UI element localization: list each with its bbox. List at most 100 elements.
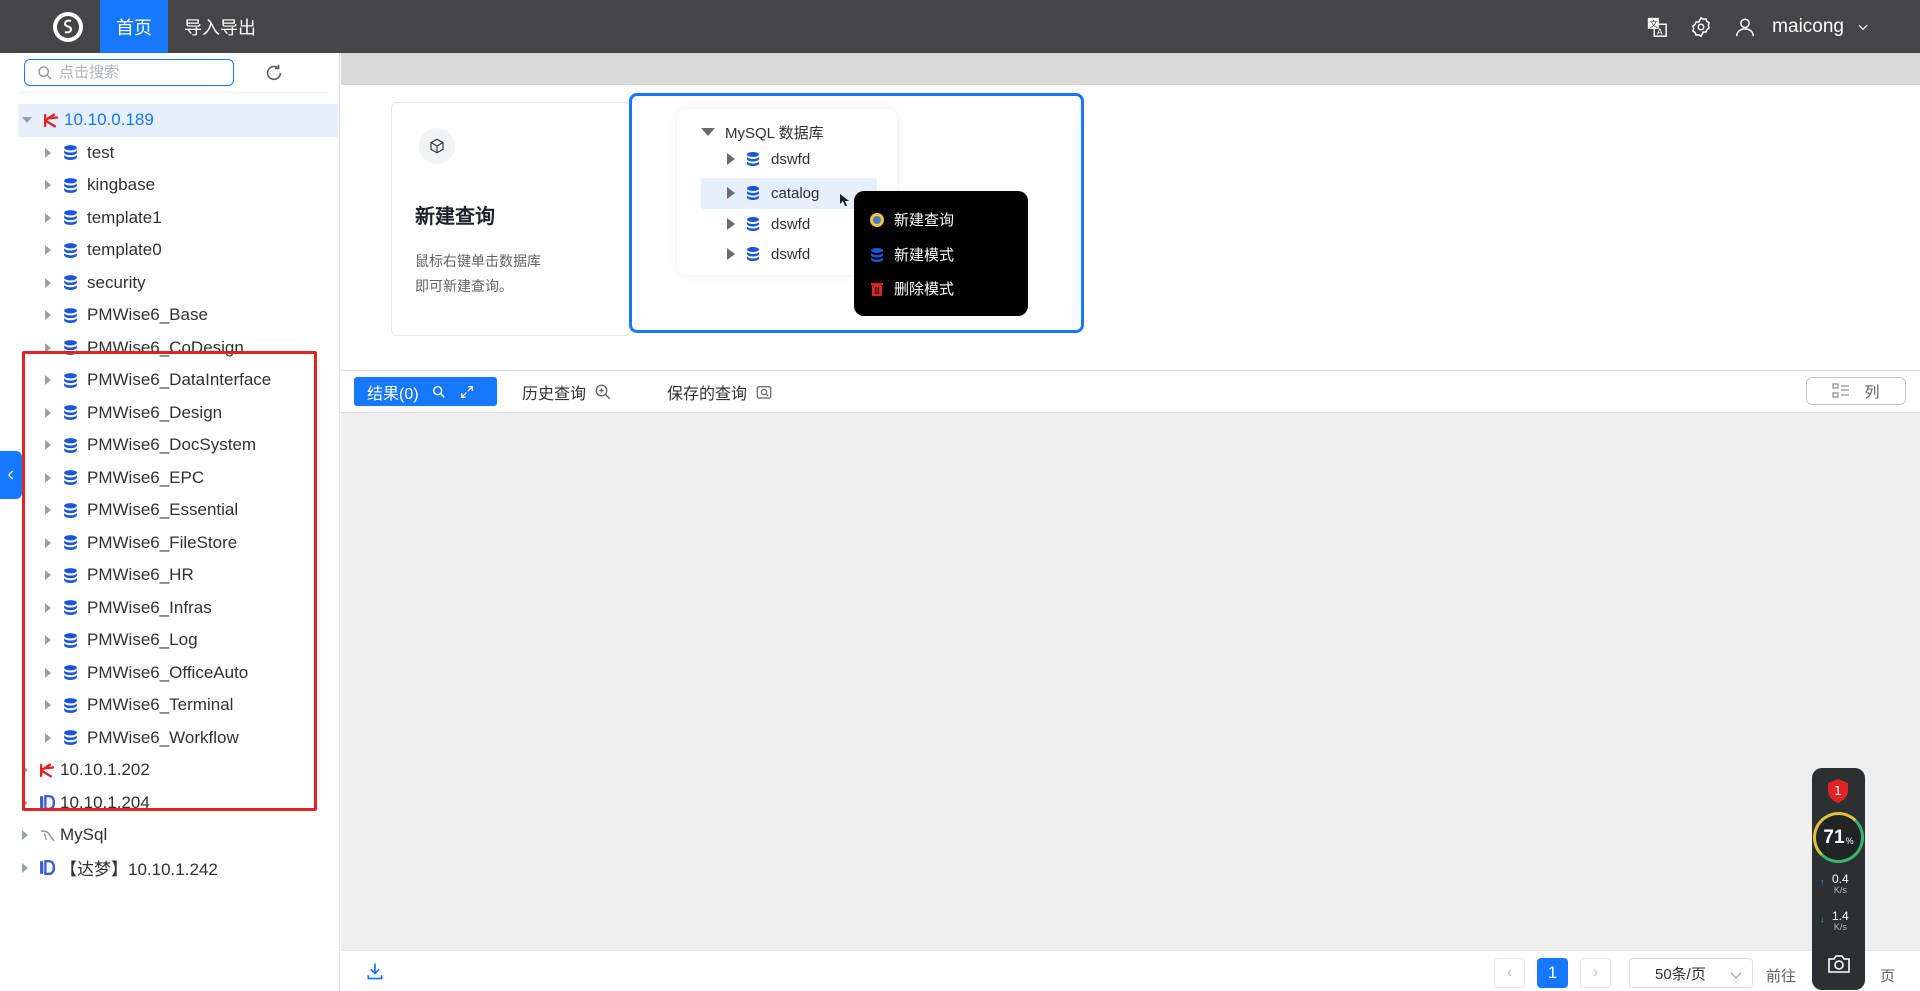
new-query-card[interactable]: 新建查询 鼠标右键单击数据库 即可新建查询。 [391, 102, 631, 336]
username[interactable]: maicong [1772, 16, 1844, 38]
caret-right-icon[interactable] [45, 245, 51, 256]
caret-right-icon[interactable] [22, 862, 28, 873]
columns-button[interactable]: 列 [1806, 377, 1906, 405]
translate-icon[interactable]: 文A [1646, 16, 1668, 38]
tree-connection-node[interactable]: 10.10.0.189 [18, 104, 338, 137]
tree-connection-node[interactable]: 【达梦】10.10.1.242 [18, 852, 338, 885]
tree-database-node[interactable]: template0 [18, 234, 338, 267]
kingbase-icon [38, 761, 56, 779]
demo-menu-delete-schema: 删除模式 [869, 278, 954, 299]
tree-database-node[interactable]: PMWise6_Workflow [18, 722, 338, 755]
caret-right-icon[interactable] [45, 440, 51, 451]
tree-connection-node[interactable]: 10.10.1.204 [18, 787, 338, 820]
tree-database-node[interactable]: PMWise6_Design [18, 397, 338, 430]
tab-history[interactable]: 历史查询 [522, 377, 612, 406]
page-size-select[interactable]: 50条/页 [1629, 958, 1753, 988]
tree-database-node[interactable]: PMWise6_Base [18, 299, 338, 332]
tree-database-node[interactable]: PMWise6_EPC [18, 462, 338, 495]
download-icon[interactable] [365, 961, 385, 981]
database-icon [61, 274, 79, 292]
prev-page-button[interactable]: ‹ [1494, 958, 1525, 988]
caret-right-icon[interactable] [45, 180, 51, 191]
tree-database-node[interactable]: PMWise6_DataInterface [18, 364, 338, 397]
tree-connection-node[interactable]: MySql [18, 819, 338, 852]
caret-right-icon[interactable] [22, 830, 28, 841]
chevron-left-icon [7, 470, 14, 480]
tree-database-node[interactable]: PMWise6_CoDesign [18, 332, 338, 365]
page-number[interactable]: 1 [1537, 958, 1568, 988]
nav-home[interactable]: 首页 [100, 0, 168, 53]
caret-right-icon[interactable] [45, 570, 51, 581]
tree-connection-node[interactable]: 10.10.1.202 [18, 754, 338, 787]
demo-item: catalog [727, 181, 819, 205]
zoom-in-icon [595, 384, 611, 399]
camera-icon[interactable] [1827, 954, 1851, 974]
caret-right-icon[interactable] [45, 407, 51, 418]
database-icon [61, 436, 79, 454]
system-monitor-widget[interactable]: 1 71% ↑ 0.4 K/s ↓ 1.4 K/s [1812, 768, 1865, 990]
database-icon [747, 217, 759, 231]
user-icon[interactable] [1734, 16, 1756, 38]
caret-down-icon[interactable] [22, 117, 32, 124]
tree-database-node[interactable]: template1 [18, 202, 338, 235]
tree-database-node[interactable]: test [18, 137, 338, 170]
result-tabs: 结果(0) 历史查询 保存的查询 列 [341, 370, 1920, 413]
tree-database-node[interactable]: PMWise6_Infras [18, 592, 338, 625]
cpu-gauge: 71% [1813, 812, 1864, 863]
database-icon [61, 631, 79, 649]
database-icon [61, 566, 79, 584]
svg-text:1: 1 [1834, 784, 1842, 798]
tree-database-node[interactable]: kingbase [18, 169, 338, 202]
tree-database-node[interactable]: PMWise6_DocSystem [18, 429, 338, 462]
database-icon [61, 176, 79, 194]
caret-right-icon[interactable] [45, 310, 51, 321]
download-speed: 1.4 K/s [1832, 909, 1849, 932]
search-input[interactable] [59, 64, 219, 81]
demo-illustration: MySQL 数据库 dswfd catalog dswfd dswfd 新建查询… [629, 93, 1084, 333]
caret-right-icon[interactable] [45, 505, 51, 516]
tree-database-node[interactable]: PMWise6_OfficeAuto [18, 657, 338, 690]
caret-right-icon[interactable] [45, 700, 51, 711]
caret-right-icon[interactable] [45, 472, 51, 483]
tree-database-node[interactable]: PMWise6_HR [18, 559, 338, 592]
caret-right-icon[interactable] [45, 277, 51, 288]
chevron-down-icon[interactable] [1856, 20, 1870, 34]
caret-right-icon[interactable] [45, 732, 51, 743]
dameng-icon [38, 794, 56, 812]
tree-database-node[interactable]: PMWise6_Terminal [18, 689, 338, 722]
next-page-button[interactable]: › [1580, 958, 1611, 988]
tab-results[interactable]: 结果(0) [354, 377, 497, 406]
tree-database-node[interactable]: PMWise6_FileStore [18, 527, 338, 560]
search-box[interactable] [24, 59, 234, 86]
caret-right-icon[interactable] [45, 667, 51, 678]
settings-icon[interactable] [1690, 16, 1712, 38]
caret-right-icon[interactable] [45, 537, 51, 548]
tree-node-label: PMWise6_DocSystem [87, 435, 257, 455]
caret-right-icon[interactable] [45, 635, 51, 646]
tree-database-node[interactable]: security [18, 267, 338, 300]
caret-right-icon[interactable] [45, 212, 51, 223]
caret-right-icon[interactable] [45, 342, 51, 353]
database-icon [61, 599, 79, 617]
caret-right-icon[interactable] [45, 602, 51, 613]
pagination-bar: ‹ 1 › 50条/页 前往 页 [341, 950, 1920, 991]
tree-node-label: PMWise6_EPC [87, 467, 205, 487]
caret-right-icon[interactable] [45, 375, 51, 386]
goto-label: 前往 [1766, 968, 1797, 985]
collapse-sidebar-button[interactable] [0, 451, 22, 499]
divider [20, 92, 328, 93]
tab-saved[interactable]: 保存的查询 [667, 377, 773, 406]
app-logo[interactable] [53, 11, 83, 42]
refresh-icon[interactable] [263, 62, 285, 84]
tree-node-label: 10.10.1.204 [60, 792, 150, 812]
card-title: 新建查询 [415, 206, 495, 228]
mysql-icon [38, 826, 56, 844]
tree-database-node[interactable]: PMWise6_Essential [18, 494, 338, 527]
tree-database-node[interactable]: PMWise6_Log [18, 624, 338, 657]
database-tree: 10.10.0.189 test kingbase template1 template… [18, 104, 338, 884]
shield-icon[interactable]: 1 [1826, 778, 1850, 804]
nav-import-export[interactable]: 导入导出 [168, 0, 272, 53]
caret-right-icon[interactable] [45, 147, 51, 158]
caret-right-icon[interactable] [22, 797, 28, 808]
caret-right-icon[interactable] [22, 765, 28, 776]
